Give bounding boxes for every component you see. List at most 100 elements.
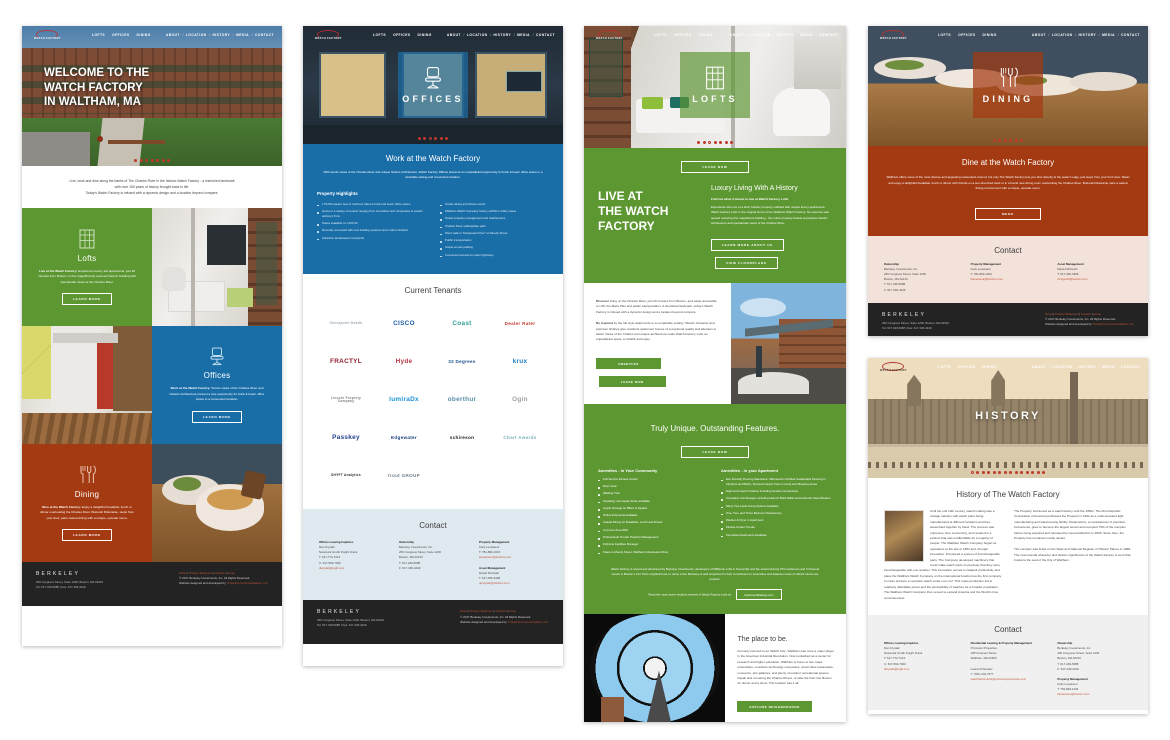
site-nav-lofts[interactable]: WATCH FACTORY LOFTS OFFICES DINING ABOUT…: [584, 26, 846, 44]
carousel-dot[interactable]: [417, 137, 421, 140]
nav-item-media[interactable]: MEDIA: [1102, 33, 1119, 37]
amenities-button[interactable]: AMENITIES: [596, 358, 661, 370]
nav-item-contact[interactable]: CONTACT: [1121, 365, 1140, 369]
carousel-dot[interactable]: [156, 159, 159, 162]
tenant-logo[interactable]: Dealer Rater: [491, 305, 549, 343]
carousel-dot[interactable]: [724, 141, 728, 144]
lease-now-button-features[interactable]: LEASE NOW: [681, 445, 749, 458]
site-logo[interactable]: WATCH FACTORY: [592, 29, 638, 41]
tenant-logo[interactable]: SHYFT Analytics: [317, 457, 375, 495]
site-nav-dining[interactable]: WATCH FACTORY LOFTS OFFICES DINING ABOUT…: [868, 26, 1148, 44]
site-nav-history[interactable]: WATCH FACTORY LOFTS OFFICES DINING ABOUT…: [868, 358, 1148, 376]
carousel-dot[interactable]: [1009, 139, 1013, 142]
tenant-logo[interactable]: Ogin: [491, 381, 549, 419]
carousel-dot[interactable]: [1020, 471, 1024, 474]
nav-item-history[interactable]: HISTORY: [493, 33, 514, 37]
carousel-dot[interactable]: [998, 471, 1002, 474]
carousel-dot[interactable]: [1031, 471, 1035, 474]
carousel-dot[interactable]: [167, 159, 170, 162]
contact-email-residential[interactable]: watchfactorylofts@princetonproperties.co…: [971, 677, 1026, 681]
nav-item-location[interactable]: LOCATION: [1052, 33, 1076, 37]
nav-item-location[interactable]: LOCATION: [750, 33, 774, 37]
tile-offices[interactable]: Offices Work at the Watch Factory: Sceni…: [152, 326, 282, 444]
nav-item-media[interactable]: MEDIA: [236, 33, 253, 37]
contact-email-office-leasing[interactable]: dkrysiak@ngkf.com: [884, 667, 909, 671]
nav-item-media[interactable]: MEDIA: [800, 33, 817, 37]
footer-credit-link[interactable]: TrinityArts Communications, Inc.: [227, 581, 269, 585]
nav-item-dining[interactable]: DINING: [137, 33, 151, 37]
site-logo[interactable]: WATCH FACTORY: [876, 361, 922, 373]
tenant-logo[interactable]: schireson: [433, 419, 491, 457]
contact-email-property-mgmt[interactable]: klevasseur@berkinv.com: [1057, 692, 1089, 696]
nav-item-offices[interactable]: OFFICES: [674, 33, 691, 37]
carousel-dot[interactable]: [1003, 139, 1007, 142]
contact-email-property-mgmt[interactable]: klevasseur@berkinv.com: [479, 555, 511, 559]
nav-primary[interactable]: LOFTS OFFICES DINING: [938, 365, 997, 369]
nav-item-location[interactable]: LOCATION: [467, 33, 491, 37]
nav-item-contact[interactable]: CONTACT: [1121, 33, 1140, 37]
site-logo[interactable]: WATCH FACTORY: [30, 29, 76, 41]
nav-item-lofts-active[interactable]: LOFTS: [654, 33, 667, 37]
contact-email-asset-mgmt[interactable]: dmcgrath@berkinv.com: [479, 581, 509, 585]
hero-carousel-dots[interactable]: [584, 141, 846, 144]
footer-link-privacy[interactable]: Privacy Statement: [1055, 312, 1078, 316]
tenant-logo[interactable]: trout GROUP: [375, 457, 433, 495]
tenant-logo[interactable]: Checkpoint Health: [317, 305, 375, 343]
lease-now-button-top[interactable]: LEASE NOW: [681, 161, 749, 173]
footer-link-contact[interactable]: Contact: [496, 609, 506, 613]
tile-lofts[interactable]: Lofts Live at the Watch Factory: Experie…: [22, 208, 152, 326]
learn-more-button-dining[interactable]: LEARN MORE: [62, 529, 112, 542]
carousel-dot[interactable]: [987, 471, 991, 474]
nav-item-about[interactable]: ABOUT: [447, 33, 465, 37]
hero-carousel-dots[interactable]: [868, 471, 1148, 474]
nav-item-history[interactable]: HISTORY: [776, 33, 797, 37]
carousel-dot[interactable]: [434, 137, 438, 140]
carousel-dot[interactable]: [697, 141, 700, 144]
carousel-dot[interactable]: [998, 139, 1002, 142]
nav-item-offices[interactable]: OFFICES: [112, 33, 129, 37]
carousel-dot[interactable]: [1014, 471, 1018, 474]
nav-item-contact[interactable]: CONTACT: [255, 33, 274, 37]
tile-dining[interactable]: Dining Dine at the Watch Factory: Enjoy …: [22, 444, 152, 562]
nav-item-lofts[interactable]: LOFTS: [938, 365, 951, 369]
footer-link-home[interactable]: Home: [508, 609, 516, 613]
footer-link-about[interactable]: About: [460, 609, 468, 613]
nav-secondary[interactable]: ABOUT LOCATION HISTORY MEDIA CONTACT: [1032, 33, 1140, 37]
footer-credit-link[interactable]: TrinityArts Communications, Inc.: [1093, 322, 1135, 326]
explore-neighborhood-button[interactable]: EXPLORE NEIGHBORHOOD: [737, 701, 812, 713]
footer-link-home[interactable]: Home: [1093, 312, 1101, 316]
carousel-dot[interactable]: [1020, 139, 1024, 142]
footer-link-home[interactable]: Home: [227, 571, 235, 575]
nav-secondary[interactable]: ABOUT LOCATION HISTORY MEDIA CONTACT: [447, 33, 555, 37]
carousel-dot[interactable]: [1009, 471, 1013, 474]
nav-item-location[interactable]: LOCATION: [186, 33, 210, 37]
learn-more-button-offices[interactable]: LEARN MORE: [192, 410, 242, 423]
contact-email-property-mgmt[interactable]: klevasseur@berkinv.com: [971, 277, 1003, 281]
tenant-logo[interactable]: FRACTYL: [317, 343, 375, 381]
carousel-dot-active[interactable]: [708, 141, 711, 144]
carousel-dot[interactable]: [1036, 471, 1040, 474]
carousel-dot-active[interactable]: [428, 137, 432, 140]
nav-item-offices[interactable]: OFFICES: [958, 365, 975, 369]
nav-item-dining[interactable]: DINING: [699, 33, 713, 37]
nav-item-lofts[interactable]: LOFTS: [92, 33, 105, 37]
hero-carousel-dots[interactable]: [868, 139, 1148, 142]
carousel-dot-active[interactable]: [992, 139, 996, 142]
site-nav-home[interactable]: WATCH FACTORY LOFTS OFFICES DINING ABOUT…: [22, 26, 282, 44]
carousel-dot[interactable]: [1003, 471, 1007, 474]
site-logo[interactable]: WATCH FACTORY: [311, 29, 357, 41]
nav-item-about[interactable]: ABOUT: [166, 33, 184, 37]
nav-item-offices-active[interactable]: OFFICES: [393, 33, 410, 37]
contact-email-office-leasing[interactable]: dkrysiak@ngkf.com: [319, 566, 344, 570]
carousel-dot[interactable]: [992, 471, 996, 474]
site-logo[interactable]: WATCH FACTORY: [876, 29, 922, 41]
nav-item-history-active[interactable]: HISTORY: [1078, 365, 1099, 369]
nav-secondary[interactable]: ABOUT LOCATION HISTORY MEDIA CONTACT: [730, 33, 838, 37]
learn-more-button-lofts[interactable]: LEARN MORE: [62, 293, 112, 306]
carousel-dot[interactable]: [445, 137, 449, 140]
nav-item-lofts[interactable]: LOFTS: [938, 33, 951, 37]
carousel-dot[interactable]: [713, 141, 717, 144]
carousel-dot[interactable]: [981, 471, 985, 474]
carousel-dot[interactable]: [150, 159, 154, 162]
nav-secondary[interactable]: ABOUT LOCATION HISTORY MEDIA CONTACT: [166, 33, 274, 37]
